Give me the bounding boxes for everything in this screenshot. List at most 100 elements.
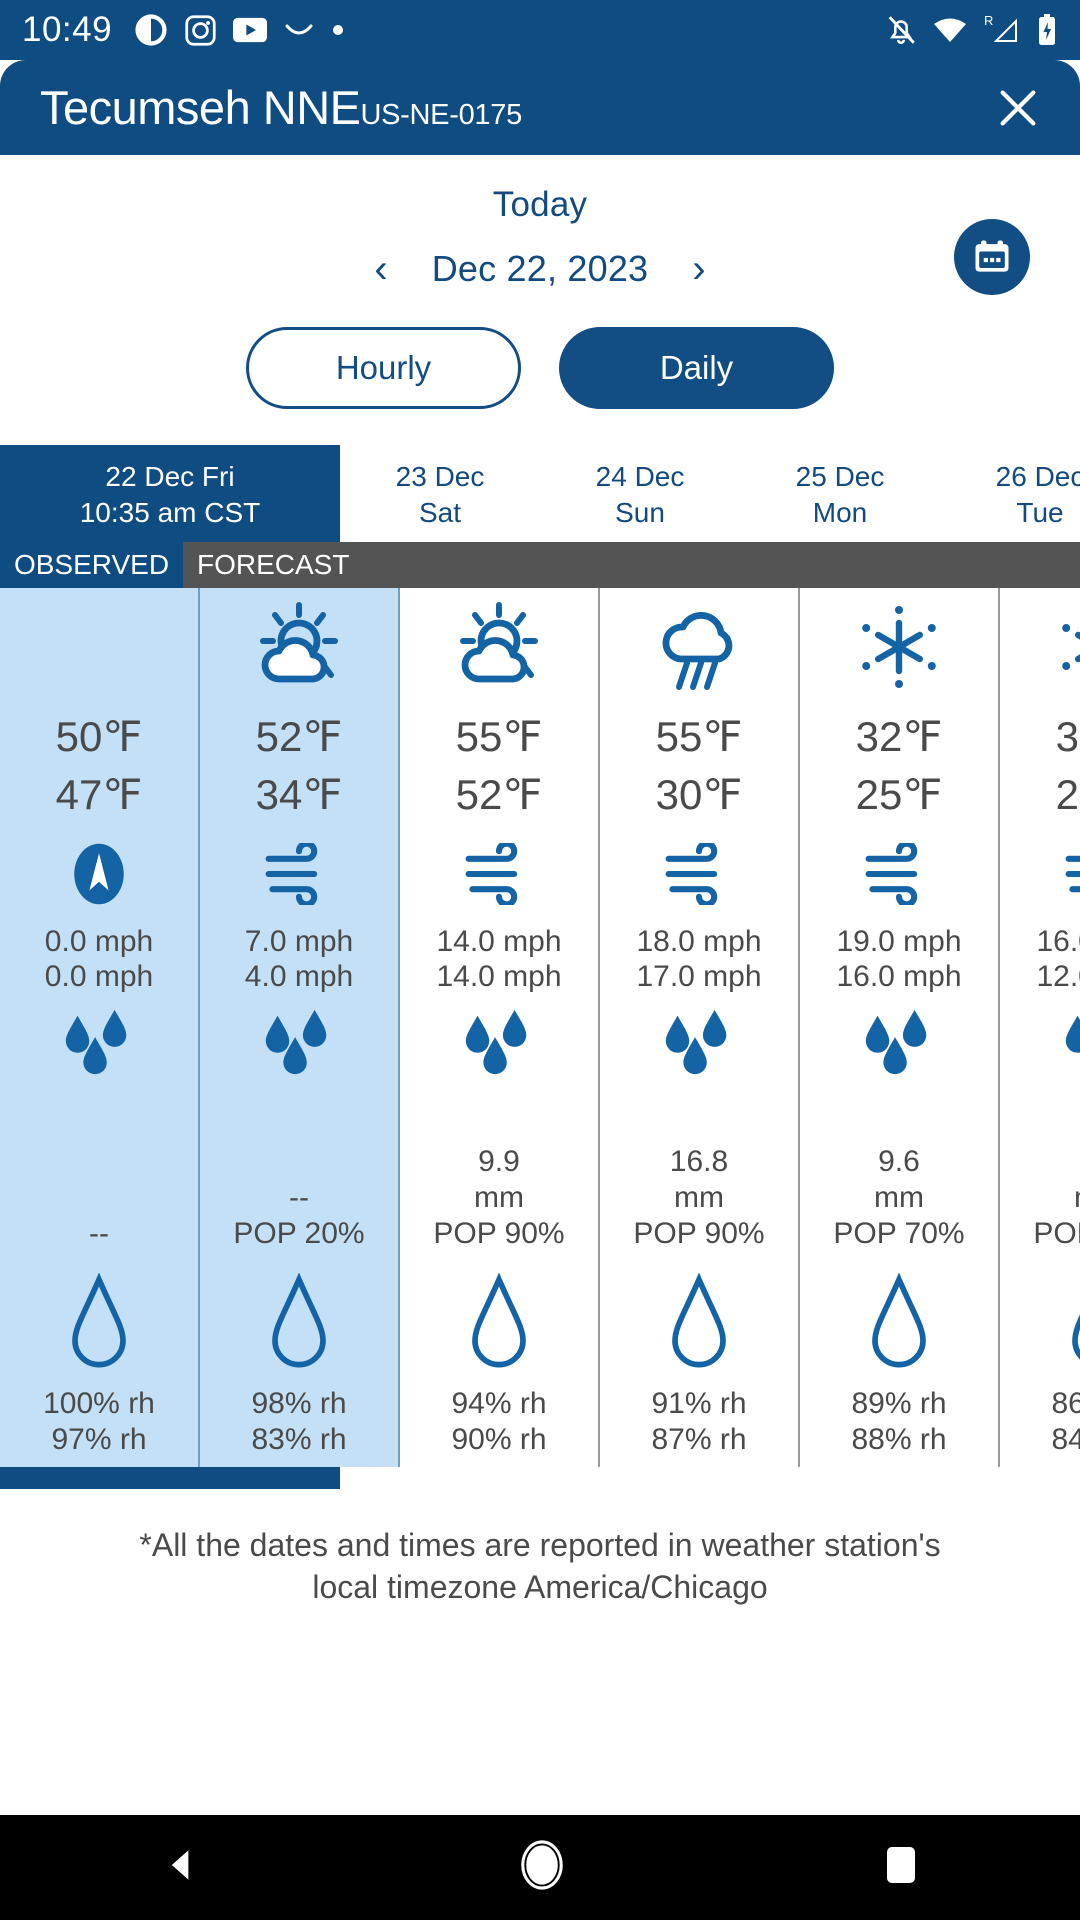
rain-drops-icon — [56, 994, 142, 1106]
precip-block: 16.8 mm POP 90% — [633, 1106, 764, 1256]
wind-icon — [1061, 824, 1080, 924]
humidity-drop-icon — [466, 1256, 532, 1386]
forecast-column-25dec[interactable]: 32℉ 25℉ 19.0 mph 16.0 mph 9.6 mm POP 70%… — [800, 587, 1000, 1468]
day-header-line2: 10:35 am CST — [79, 497, 261, 529]
day-header-24dec[interactable]: 24 Dec Sun — [540, 445, 740, 542]
temperature-block: 34℉ 23℉ — [1056, 706, 1080, 824]
humidity-block: 98% rh 83% rh — [251, 1386, 346, 1457]
timezone-footnote: *All the dates and times are reported in… — [0, 1489, 1080, 1608]
day-header-25dec[interactable]: 25 Dec Mon — [740, 445, 940, 542]
instagram-icon — [184, 14, 217, 47]
observed-forecast-bar: OBSERVED FORECAST — [0, 541, 1080, 588]
precip-amount: 9.6 — [878, 1145, 920, 1179]
rh-high: 91% rh — [651, 1387, 747, 1421]
wind-direction-arrow-icon — [66, 824, 132, 924]
precip-block: 9.9 mm POP 90% — [433, 1106, 564, 1256]
recents-square-icon[interactable] — [881, 1843, 921, 1892]
tab-hourly[interactable]: Hourly — [246, 327, 521, 409]
precip-dash: -- — [289, 1181, 309, 1215]
rh-low: 97% rh — [51, 1422, 147, 1456]
day-header-line2: Mon — [812, 497, 868, 529]
wind-block: 7.0 mph 4.0 mph — [245, 924, 353, 995]
precip-amount: 1.5 — [1033, 1144, 1080, 1180]
wind-low: 17.0 mph — [636, 960, 762, 994]
current-date: Dec 22, 2023 — [431, 248, 649, 289]
next-day-button[interactable]: › — [682, 245, 715, 293]
precip-block: -- — [89, 1106, 109, 1256]
main-content: Today ‹ Dec 22, 2023 › Hourly Daily 22 D… — [0, 155, 1080, 1609]
day-header-observed[interactable]: 22 Dec Fri 10:35 am CST — [0, 445, 340, 542]
home-circle-icon[interactable] — [520, 1840, 564, 1895]
forecast-column-observed[interactable]: 50℉ 47℉ 0.0 mph 0.0 mph -- 100% rh 97% r… — [0, 587, 200, 1468]
wind-block: 16.0 mph 12.0 mph — [1036, 924, 1080, 995]
day-header-line2: Sat — [418, 497, 462, 529]
snowflake-icon — [800, 588, 998, 706]
temp-high: 50℉ — [55, 712, 143, 760]
youtube-icon — [233, 17, 268, 43]
humidity-drop-icon — [1066, 1256, 1080, 1386]
temp-high: 34℉ — [1055, 712, 1080, 760]
back-triangle-icon[interactable] — [159, 1843, 203, 1892]
rh-high: 89% rh — [851, 1387, 947, 1421]
forecast-column-26dec[interactable]: 34℉ 23℉ 16.0 mph 12.0 mph — [1000, 587, 1080, 1468]
today-label: Today — [492, 185, 588, 224]
forecast-column-24dec[interactable]: 55℉ 30℉ 18.0 mph 17.0 mph 16.8 mm POP 90… — [600, 587, 800, 1468]
humidity-drop-icon — [66, 1256, 132, 1386]
wind-high: 14.0 mph — [436, 924, 562, 958]
day-header-26dec[interactable]: 26 Dec Tue — [940, 445, 1080, 542]
forecast-column-23dec[interactable]: 55℉ 52℉ 14.0 mph 14.0 mph 9.9 mm POP 90%… — [400, 587, 600, 1468]
precip-unit: mm — [674, 1181, 724, 1215]
wind-low: 0.0 mph — [44, 960, 154, 994]
rain-drops-icon — [256, 994, 342, 1106]
footnote-line2: local timezone America/Chicago — [312, 1568, 768, 1605]
dot-icon — [331, 23, 345, 37]
rh-low: 83% rh — [251, 1422, 347, 1456]
prev-day-button[interactable]: ‹ — [364, 245, 397, 293]
android-nav-bar — [0, 1815, 1080, 1920]
temp-low: 52℉ — [455, 770, 543, 818]
contacts-icon — [134, 13, 168, 47]
close-icon[interactable] — [990, 80, 1046, 136]
partly-cloudy-sun-icon — [400, 588, 598, 706]
temp-high: 55℉ — [455, 712, 543, 760]
temp-high: 52℉ — [255, 712, 343, 760]
rh-low: 90% rh — [451, 1422, 547, 1456]
svg-text:R: R — [984, 13, 993, 28]
rh-high: 100% rh — [43, 1387, 155, 1421]
precip-block: -- POP 20% — [233, 1106, 364, 1256]
day-header-line2: Sun — [615, 497, 665, 529]
status-left-icons — [134, 13, 345, 47]
temp-low: 30℉ — [655, 770, 743, 818]
day-header-line1: 25 Dec — [795, 461, 885, 492]
temp-high: 32℉ — [855, 712, 943, 760]
wind-low: 4.0 mph — [244, 960, 354, 994]
temp-low: 47℉ — [55, 770, 143, 818]
temperature-block: 55℉ 52℉ — [456, 706, 543, 824]
station-name: Tecumseh NNE — [40, 81, 361, 134]
rh-high: 98% rh — [251, 1387, 347, 1421]
humidity-drop-icon — [266, 1256, 332, 1386]
wind-high: 0.0 mph — [44, 924, 154, 958]
humidity-block: 89% rh 88% rh — [851, 1386, 946, 1457]
precip-amount: 9.9 — [478, 1145, 520, 1179]
rain-drops-icon — [856, 994, 942, 1106]
tab-daily[interactable]: Daily — [559, 327, 834, 409]
calendar-icon[interactable] — [954, 219, 1030, 295]
wifi-icon — [932, 15, 968, 45]
day-header-23dec[interactable]: 23 Dec Sat — [340, 445, 540, 542]
date-navigator: ‹ Dec 22, 2023 › — [0, 219, 1080, 295]
temp-low: 25℉ — [855, 770, 943, 818]
wind-low: 12.0 mph — [1036, 960, 1080, 994]
observed-tag: OBSERVED — [0, 541, 183, 588]
temperature-block: 32℉ 25℉ — [856, 706, 943, 824]
wind-high: 7.0 mph — [244, 924, 354, 958]
battery-charging-icon — [1036, 13, 1058, 47]
humidity-drop-icon — [666, 1256, 732, 1386]
rh-low: 84% rh — [1051, 1422, 1080, 1456]
precip-block: 1.5 mm POP 40% — [1033, 1106, 1080, 1256]
forecast-column-22dec-forecast[interactable]: 52℉ 34℉ 7.0 mph 4.0 mph -- POP 20% 98% r… — [200, 587, 400, 1468]
precip-unit: mm — [1033, 1180, 1080, 1216]
wind-low: 16.0 mph — [836, 960, 962, 994]
rain-cloud-icon — [600, 588, 798, 706]
day-header-line1: 23 Dec — [395, 461, 485, 492]
